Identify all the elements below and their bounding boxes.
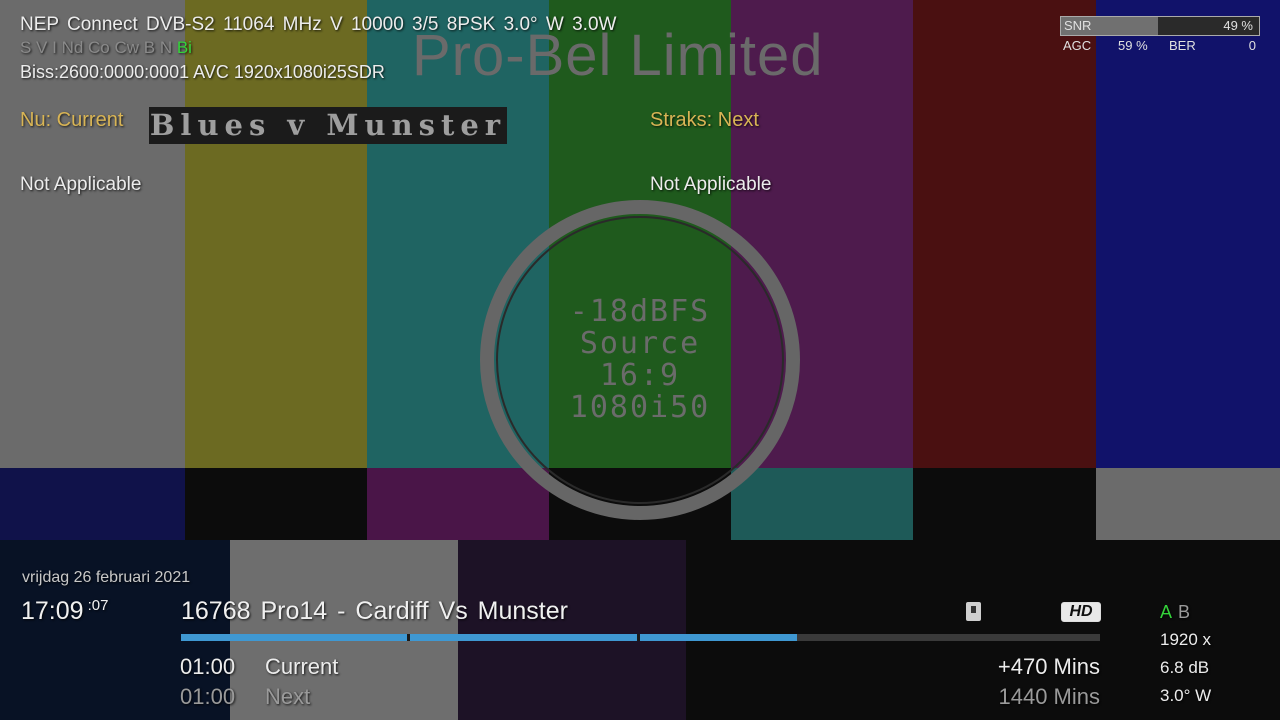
tuner-a-indicator: A — [1160, 602, 1173, 622]
hd-badge: HD — [1061, 602, 1101, 622]
programme-progress-fill — [181, 634, 797, 641]
channel-name: Pro14 - Cardiff Vs Munster — [260, 597, 568, 625]
channel-number: 16768 — [181, 597, 251, 625]
next-duration: 1440 Mins — [998, 684, 1100, 709]
current-start-time: 01:00 — [180, 654, 236, 679]
clock: 17:09:07 — [21, 597, 108, 626]
ber-value: 0 — [1248, 38, 1256, 53]
circle-text-format: 1080i50 — [569, 390, 711, 425]
codec-info: Biss:2600:0000:0001 AVC 1920x1080i25SDR — [20, 62, 385, 82]
snr-value: 49 % — [1223, 18, 1253, 33]
ber-label: BER — [1169, 38, 1196, 53]
next-start-time: 01:00 — [180, 684, 236, 709]
date-label: vrijdag 26 februari 2021 — [22, 569, 191, 586]
snr-label: SNR — [1064, 18, 1092, 33]
flag-active: Bi — [176, 38, 192, 57]
circle-text-aspect: 16:9 — [599, 358, 681, 393]
agc-label: AGC — [1063, 38, 1092, 53]
flags-inactive: S V I Nd Co Cw B N — [20, 38, 173, 57]
progress-tick — [407, 634, 410, 641]
tuner-b-indicator: B — [1178, 602, 1191, 622]
clock-seconds: :07 — [87, 597, 109, 614]
snr-bar: SNR 49 % — [1060, 16, 1260, 36]
next-programme: Next — [265, 684, 311, 709]
channel-title: 16768 Pro14 - Cardiff Vs Munster — [181, 597, 568, 626]
agc-value: 59 % — [1118, 38, 1148, 53]
stream-flags: S V I Nd Co Cw B N Bi — [20, 38, 192, 58]
snr-db-label: 6.8 dB — [1160, 658, 1210, 677]
satellite-position-label: 3.0° W — [1160, 686, 1212, 705]
smartcard-icon — [966, 602, 981, 621]
programme-progress-bar — [181, 634, 1100, 641]
signal-meter: SNR 49 % AGC 59 % BER 0 — [1060, 16, 1260, 54]
progress-tick — [637, 634, 640, 641]
now-label: Nu: Current — [20, 109, 124, 131]
resolution-label: 1920 x — [1160, 630, 1212, 649]
current-remaining: +470 Mins — [997, 654, 1100, 679]
circle-text-source: Source — [579, 326, 701, 361]
transponder-info: NEP Connect DVB-S2 11064 MHz V 10000 3/5… — [20, 14, 617, 35]
clock-time: 17:09 — [21, 597, 84, 625]
now-programme-title: Blues v Munster — [149, 107, 507, 144]
next-description: Not Applicable — [650, 174, 772, 195]
circle-text-level: -18dBFS — [569, 294, 711, 329]
next-label: Straks: Next — [650, 109, 759, 131]
now-description: Not Applicable — [20, 174, 142, 195]
current-programme: Current — [265, 654, 339, 679]
